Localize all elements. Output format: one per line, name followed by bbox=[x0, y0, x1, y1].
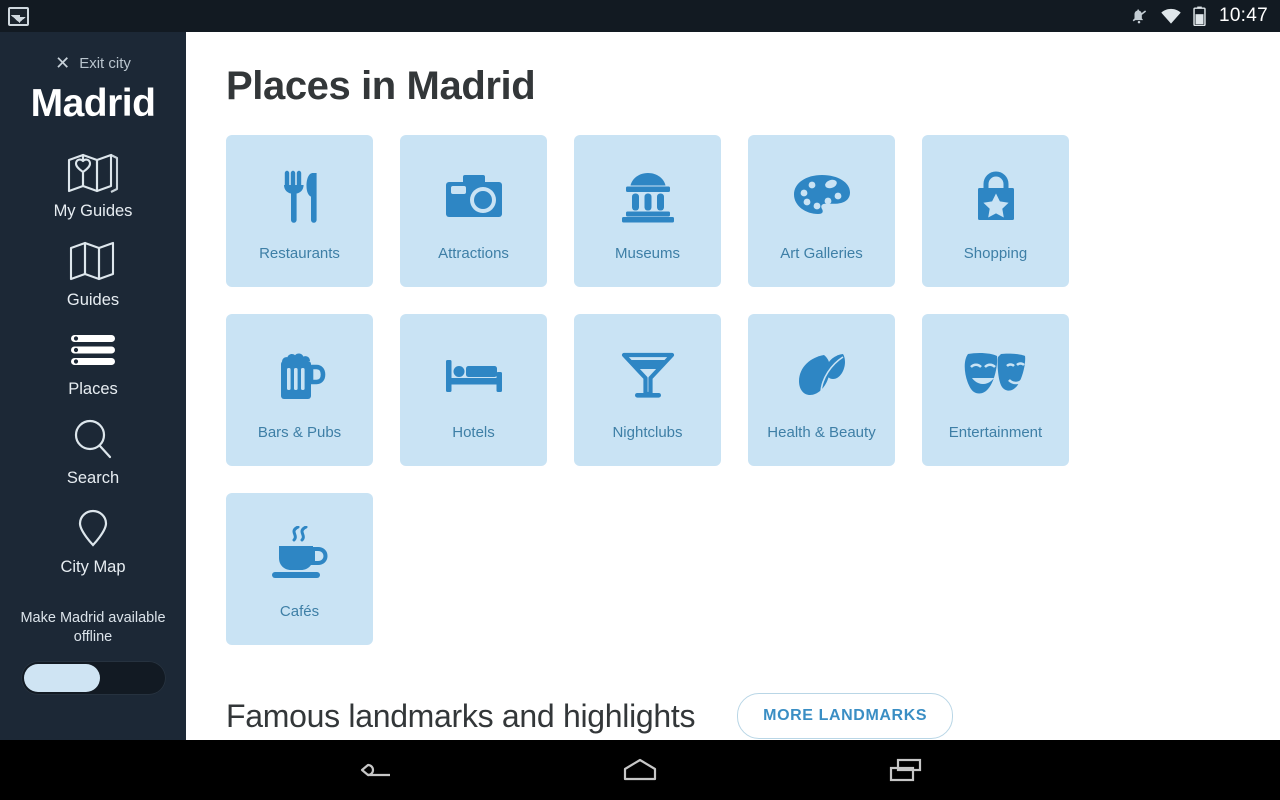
search-icon bbox=[69, 415, 117, 463]
exit-city-label: Exit city bbox=[79, 54, 131, 72]
back-icon bbox=[360, 763, 390, 777]
category-label: Restaurants bbox=[259, 244, 340, 262]
category-label: Art Galleries bbox=[780, 244, 863, 262]
leaves-icon bbox=[791, 340, 853, 412]
category-label: Bars & Pubs bbox=[257, 423, 342, 441]
more-landmarks-button[interactable]: MORE LANDMARKS bbox=[737, 693, 954, 739]
folded-map-icon bbox=[66, 237, 120, 285]
cocktail-glass-icon bbox=[619, 340, 677, 412]
palette-icon bbox=[790, 161, 854, 233]
landmarks-title: Famous landmarks and highlights bbox=[226, 697, 696, 734]
photo-icon bbox=[8, 6, 29, 26]
bed-icon bbox=[442, 340, 506, 412]
category-tile-museums[interactable]: Museums bbox=[574, 135, 721, 287]
theater-masks-icon bbox=[963, 340, 1029, 412]
map-pin-icon bbox=[73, 504, 113, 552]
close-icon: ✕ bbox=[55, 53, 71, 73]
sidebar-item-label: City Map bbox=[60, 558, 126, 576]
back-button[interactable] bbox=[346, 750, 402, 790]
category-tile-nightclubs[interactable]: Nightclubs bbox=[574, 314, 721, 466]
coffee-cup-icon bbox=[269, 519, 331, 591]
home-button[interactable] bbox=[612, 750, 668, 790]
category-tile-attractions[interactable]: Attractions bbox=[400, 135, 547, 287]
category-tile-art-galleries[interactable]: Art Galleries bbox=[748, 135, 895, 287]
page-title: Places in Madrid bbox=[226, 64, 536, 108]
sidebar-item-search[interactable]: Search bbox=[0, 415, 186, 488]
battery-icon bbox=[1193, 6, 1206, 26]
category-label: Nightclubs bbox=[612, 423, 683, 441]
category-label: Health & Beauty bbox=[767, 423, 876, 441]
status-bar-left bbox=[8, 6, 29, 26]
app-root: 10:47 ✕ Exit city Madrid My Guides Guide… bbox=[0, 0, 1280, 800]
sidebar-item-my-guides[interactable]: My Guides bbox=[0, 148, 186, 221]
offline-toggle[interactable] bbox=[20, 661, 166, 695]
sidebar-item-city-map[interactable]: City Map bbox=[0, 504, 186, 577]
shopping-bag-star-icon bbox=[969, 161, 1023, 233]
sidebar-item-places[interactable]: Places bbox=[0, 326, 186, 399]
category-tile-bars-pubs[interactable]: Bars & Pubs bbox=[226, 314, 373, 466]
category-label: Attractions bbox=[438, 244, 509, 262]
museum-icon bbox=[617, 161, 679, 233]
sidebar-item-label: Guides bbox=[66, 291, 120, 309]
fork-knife-icon bbox=[272, 161, 328, 233]
category-tile-entertainment[interactable]: Entertainment bbox=[922, 314, 1069, 466]
landmarks-section-header: Famous landmarks and highlights MORE LAN… bbox=[226, 693, 1280, 739]
sidebar-item-label: Places bbox=[68, 380, 118, 398]
list-icon bbox=[67, 326, 119, 374]
category-tile-hotels[interactable]: Hotels bbox=[400, 314, 547, 466]
bell-muted-icon bbox=[1132, 9, 1147, 24]
wifi-icon bbox=[1161, 8, 1181, 24]
category-grid: Restaurants Attractions Museums Art Gall… bbox=[226, 135, 1236, 645]
category-label: Hotels bbox=[452, 423, 495, 441]
sidebar-item-guides[interactable]: Guides bbox=[0, 237, 186, 310]
sidebar: ✕ Exit city Madrid My Guides Guides Plac… bbox=[0, 32, 186, 740]
home-icon bbox=[623, 758, 657, 781]
camera-icon bbox=[443, 161, 505, 233]
recent-apps-button[interactable] bbox=[878, 750, 934, 790]
status-clock: 10:47 bbox=[1218, 5, 1268, 26]
android-navigation-bar bbox=[0, 740, 1280, 800]
category-label: Entertainment bbox=[948, 423, 1043, 441]
category-label: Museums bbox=[614, 244, 681, 262]
map-heart-icon bbox=[66, 148, 120, 196]
offline-label: Make Madrid available offline bbox=[20, 610, 166, 645]
city-name: Madrid bbox=[30, 82, 156, 125]
status-bar-right: 10:47 bbox=[1129, 5, 1268, 27]
recent-apps-icon bbox=[889, 758, 922, 782]
sidebar-item-label: My Guides bbox=[53, 202, 133, 220]
status-bar: 10:47 bbox=[0, 0, 1280, 32]
offline-toggle-knob bbox=[23, 664, 100, 692]
category-label: Cafés bbox=[279, 602, 320, 620]
beer-mug-icon bbox=[270, 340, 330, 412]
category-label: Shopping bbox=[963, 244, 1028, 262]
sidebar-item-label: Search bbox=[66, 469, 120, 487]
category-tile-restaurants[interactable]: Restaurants bbox=[226, 135, 373, 287]
category-tile-shopping[interactable]: Shopping bbox=[922, 135, 1069, 287]
main-content: Places in Madrid Restaurants Attractions… bbox=[186, 32, 1280, 740]
category-tile-health-beauty[interactable]: Health & Beauty bbox=[748, 314, 895, 466]
exit-city-button[interactable]: ✕ Exit city bbox=[55, 54, 131, 72]
category-tile-cafes[interactable]: Cafés bbox=[226, 493, 373, 645]
